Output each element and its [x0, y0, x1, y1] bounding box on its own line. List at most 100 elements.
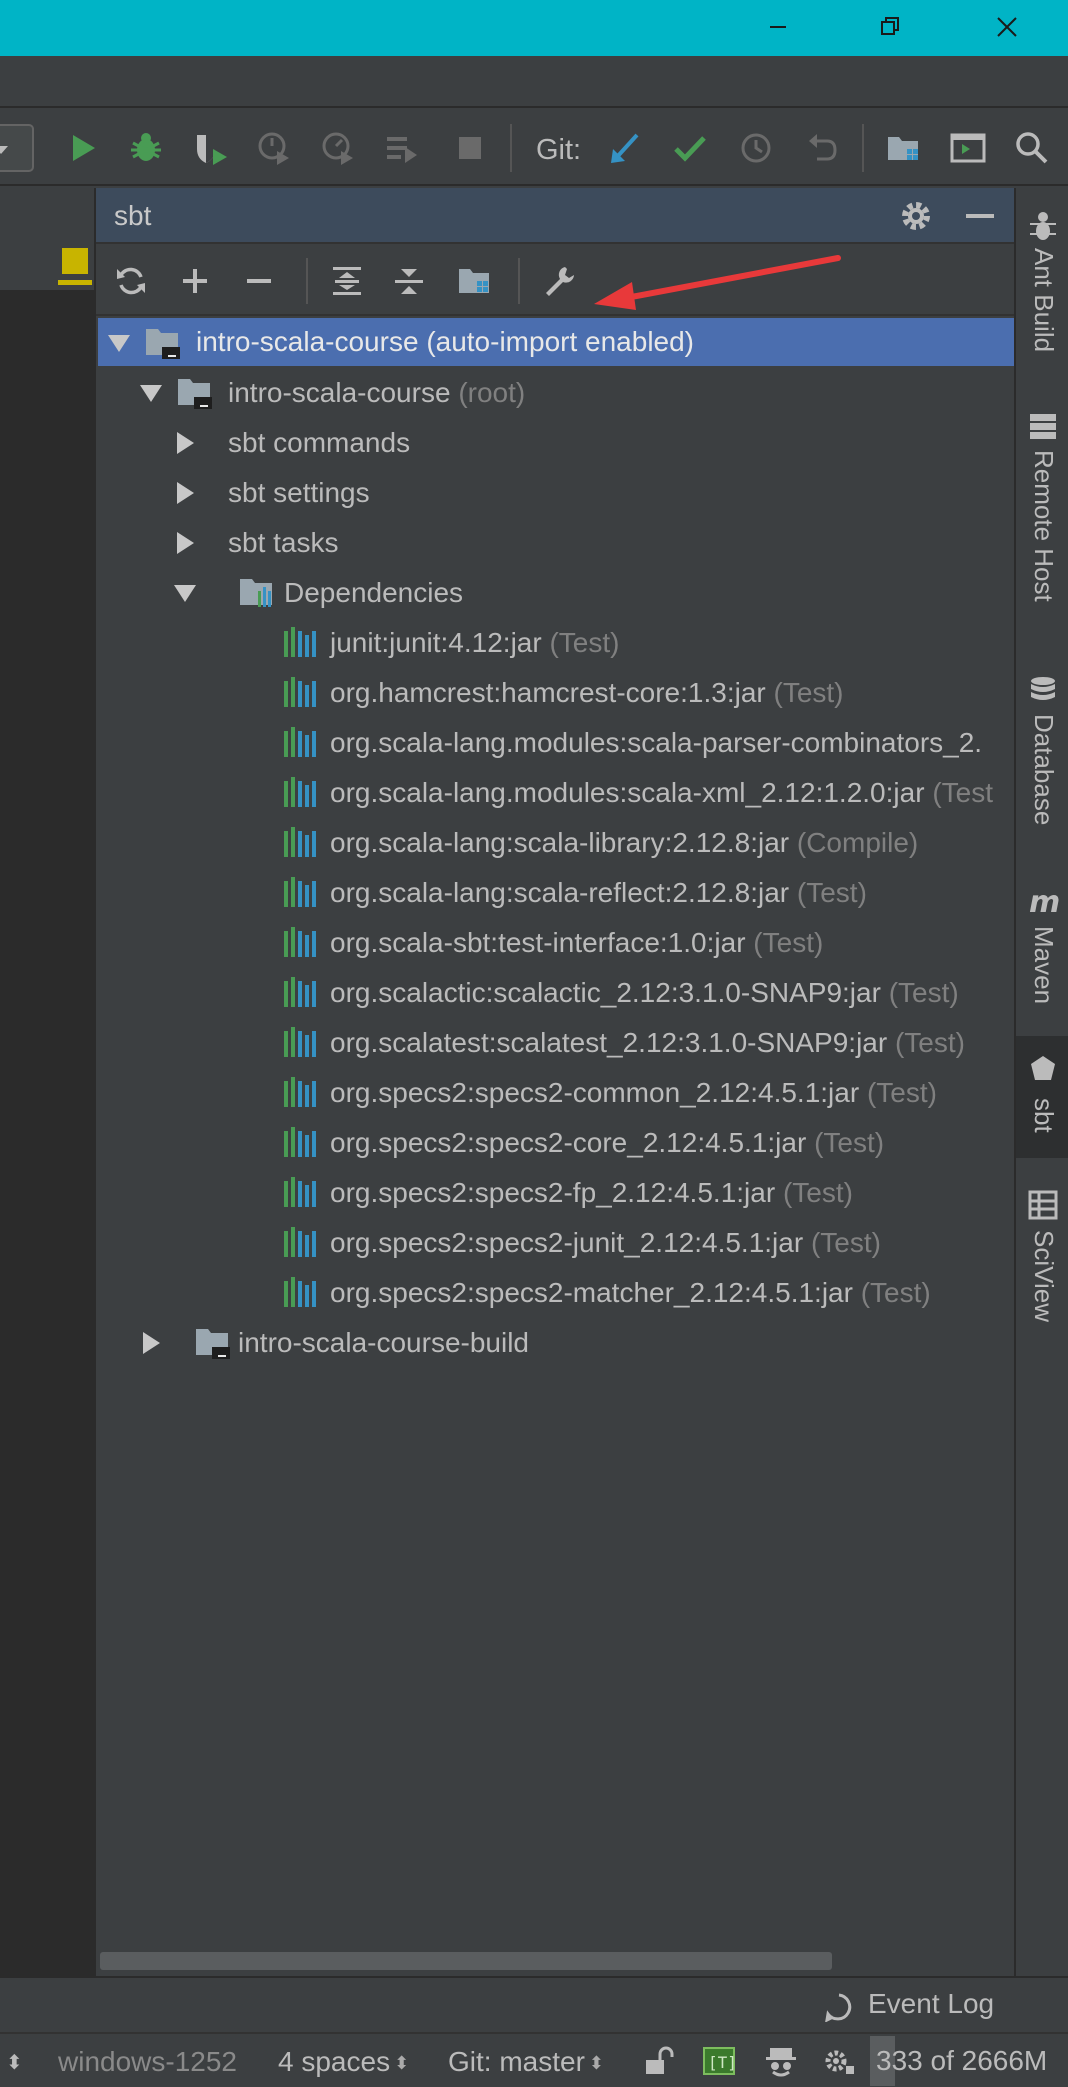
search-everywhere-button[interactable] — [1010, 126, 1054, 170]
tree-root-row[interactable]: intro-scala-course (auto-import enabled) — [98, 318, 1016, 366]
restore-button[interactable] — [860, 0, 918, 56]
dependency-name: org.hamcrest:hamcrest-core:1.3:jar — [330, 677, 766, 708]
minimize-button[interactable] — [748, 0, 806, 56]
project-settings-button[interactable] — [452, 258, 498, 304]
tab-maven[interactable]: m Maven — [1016, 884, 1068, 1004]
dependency-name: junit:junit:4.12:jar — [330, 627, 542, 658]
git-label: Git: — [536, 134, 582, 166]
collapsed-arrow-icon[interactable] — [174, 482, 196, 504]
remove-button[interactable] — [236, 258, 282, 304]
editor-area[interactable] — [0, 188, 94, 1976]
git-commit-button[interactable] — [668, 126, 712, 170]
tree-node-sbt-settings[interactable]: sbt settings — [96, 468, 1016, 518]
collapsed-arrow-icon[interactable] — [174, 432, 196, 454]
tab-label: Database — [1029, 714, 1059, 826]
dependency-row[interactable]: org.scala-sbt:test-interface:1.0:jar (Te… — [96, 918, 1016, 968]
indent-status[interactable]: 4 spaces ⬍ — [278, 2046, 409, 2078]
terminal-status-icon[interactable]: [T] — [702, 2044, 736, 2078]
lock-icon[interactable] — [640, 2044, 674, 2078]
encoding-status[interactable]: windows-1252 — [58, 2046, 237, 2078]
tree-build-module-row[interactable]: intro-scala-course-build — [96, 1318, 1016, 1368]
inspector-icon[interactable] — [764, 2044, 798, 2078]
expanded-arrow-icon[interactable] — [140, 382, 162, 404]
run-with-button[interactable] — [380, 126, 424, 170]
expand-all-button[interactable] — [324, 258, 370, 304]
git-branch-status[interactable]: Git: master ⬍ — [448, 2046, 604, 2078]
horizontal-scrollbar[interactable] — [100, 1952, 832, 1970]
git-update-button[interactable] — [604, 126, 648, 170]
dependency-scope: (Test) — [888, 977, 959, 1008]
gear-icon[interactable] — [896, 196, 936, 236]
dependency-row[interactable]: org.specs2:specs2-fp_2.12:4.5.1:jar (Tes… — [96, 1168, 1016, 1218]
dependency-scope: (Compile) — [796, 827, 919, 858]
run-button[interactable] — [60, 126, 104, 170]
tab-database[interactable]: Database — [1016, 674, 1068, 834]
dependency-row[interactable]: junit:junit:4.12:jar (Test) — [96, 618, 1016, 668]
tab-remote-host[interactable]: Remote Host — [1016, 410, 1068, 620]
event-log-tab[interactable]: Event Log — [824, 1986, 1020, 2026]
stop-button[interactable] — [448, 126, 492, 170]
sbt-settings-button[interactable] — [536, 258, 582, 304]
expanded-arrow-icon[interactable] — [174, 582, 196, 604]
tree-node-label: sbt settings — [228, 477, 370, 508]
dependency-row[interactable]: org.scala-lang:scala-reflect:2.12.8:jar … — [96, 868, 1016, 918]
dependency-name: org.scala-lang:scala-library:2.12.8:jar — [330, 827, 790, 858]
tab-label: Remote Host — [1029, 450, 1059, 602]
library-icon — [284, 1177, 316, 1207]
collapsed-arrow-icon[interactable] — [174, 532, 196, 554]
dependency-scope: (Test) — [894, 1027, 965, 1058]
terminal-icon — [950, 133, 986, 163]
profile-button[interactable] — [252, 126, 296, 170]
git-revert-button[interactable] — [800, 126, 844, 170]
database-icon — [1031, 677, 1055, 700]
tab-sciview[interactable]: SciView — [1016, 1186, 1068, 1326]
git-history-button[interactable] — [734, 126, 778, 170]
dependency-row[interactable]: org.specs2:specs2-matcher_2.12:4.5.1:jar… — [96, 1268, 1016, 1318]
run-with-icon — [387, 137, 417, 163]
settings-status-icon[interactable] — [822, 2044, 856, 2078]
run-config-dropdown[interactable] — [0, 124, 34, 172]
memory-indicator[interactable]: 333 of 2666M — [870, 2036, 1068, 2086]
dependency-row[interactable]: org.scalactic:scalactic_2.12:3.1.0-SNAP9… — [96, 968, 1016, 1018]
project-structure-button[interactable] — [882, 126, 926, 170]
dependency-row[interactable]: org.specs2:specs2-junit_2.12:4.5.1:jar (… — [96, 1218, 1016, 1268]
dependency-row[interactable]: org.scala-lang.modules:scala-parser-comb… — [96, 718, 1016, 768]
refresh-button[interactable] — [108, 258, 154, 304]
git-branch-label: Git: master — [448, 2046, 585, 2077]
line-separator-icon[interactable]: ⬍ — [6, 2050, 23, 2075]
dependency-name: org.scala-lang.modules:scala-parser-comb… — [330, 727, 983, 758]
dependency-row[interactable]: org.hamcrest:hamcrest-core:1.3:jar (Test… — [96, 668, 1016, 718]
git-revert-icon — [809, 134, 837, 161]
module-folder-icon — [146, 329, 180, 359]
tab-sbt[interactable]: sbt — [1016, 1036, 1068, 1158]
add-button[interactable] — [172, 258, 218, 304]
tree-root-label: intro-scala-course — [196, 326, 419, 357]
dependency-scope: (Test) — [866, 1077, 937, 1108]
close-button[interactable] — [978, 0, 1036, 56]
collapse-all-button[interactable] — [386, 258, 432, 304]
git-history-icon — [741, 133, 771, 163]
dependency-name: org.scala-lang:scala-reflect:2.12.8:jar — [330, 877, 790, 908]
collapsed-arrow-icon[interactable] — [140, 1332, 162, 1354]
sbt-tool-window: sbt intro-scala-course (auto-import enab… — [94, 188, 1016, 1976]
tree-node-dependencies[interactable]: Dependencies — [96, 568, 1016, 618]
project-settings-icon — [459, 269, 489, 293]
dependency-row[interactable]: org.scala-lang.modules:scala-xml_2.12:1.… — [96, 768, 1016, 818]
dependency-row[interactable]: org.specs2:specs2-core_2.12:4.5.1:jar (T… — [96, 1118, 1016, 1168]
annotation-arrow-icon — [594, 255, 841, 310]
dependency-row[interactable]: org.scalatest:scalatest_2.12:3.1.0-SNAP9… — [96, 1018, 1016, 1068]
tree-module-row[interactable]: intro-scala-course (root) — [96, 368, 1016, 418]
profile-cpu-button[interactable] — [316, 126, 360, 170]
tree-node-sbt-tasks[interactable]: sbt tasks — [96, 518, 1016, 568]
dependency-row[interactable]: org.scala-lang:scala-library:2.12.8:jar … — [96, 818, 1016, 868]
hide-icon[interactable] — [960, 196, 1000, 236]
debug-button[interactable] — [124, 126, 168, 170]
add-icon — [183, 269, 207, 293]
terminal-button[interactable] — [946, 126, 990, 170]
coverage-button[interactable] — [188, 126, 232, 170]
expanded-arrow-icon[interactable] — [108, 332, 130, 354]
dependency-row[interactable]: org.specs2:specs2-common_2.12:4.5.1:jar … — [96, 1068, 1016, 1118]
tree-node-sbt-commands[interactable]: sbt commands — [96, 418, 1016, 468]
tab-ant-build[interactable]: Ant Build — [1016, 198, 1068, 378]
coverage-icon — [197, 135, 227, 165]
